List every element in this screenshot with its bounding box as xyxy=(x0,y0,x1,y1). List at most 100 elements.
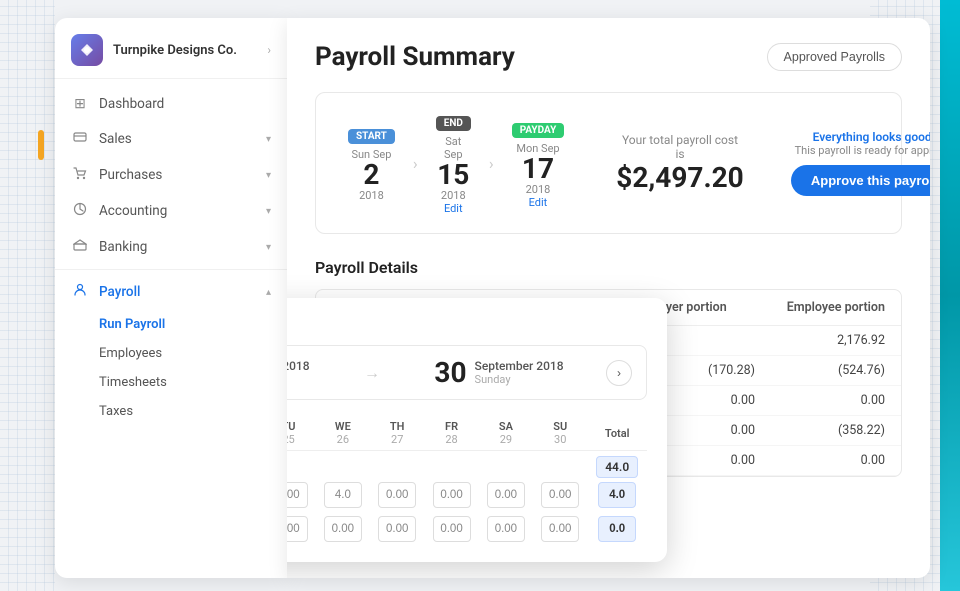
sidebar-item-accounting[interactable]: Accounting ▾ xyxy=(55,193,287,229)
timesheet-title: Enter daily hours for the week: xyxy=(287,316,647,331)
sidebar-header[interactable]: Turnpike Designs Co. › xyxy=(55,18,287,79)
vacation-th-input[interactable] xyxy=(378,516,416,542)
approve-payroll-button[interactable]: Approve this payroll xyxy=(791,165,930,196)
sidebar-sub-taxes[interactable]: Taxes xyxy=(55,397,287,426)
week-start-dow: Monday xyxy=(287,373,310,386)
end-year: 2018 xyxy=(436,189,471,202)
sidebar-item-label: Banking xyxy=(99,239,147,255)
row-values: 2,176.92 xyxy=(675,333,885,348)
col-total-header: Total xyxy=(587,416,647,451)
overtime-th-input[interactable] xyxy=(378,482,416,508)
row-values: 0.00 (358.22) xyxy=(675,423,885,438)
payroll-icon xyxy=(71,283,89,301)
ts-vac-we[interactable] xyxy=(316,512,370,546)
col-sa-header: SA 29 xyxy=(479,416,533,451)
sidebar-item-label: Accounting xyxy=(99,203,167,219)
overtime-tu-input[interactable] xyxy=(287,482,308,508)
week-next-button[interactable]: › xyxy=(606,360,632,386)
bg-pattern-left xyxy=(0,0,55,591)
vacation-sa-input[interactable] xyxy=(487,516,525,542)
week-start-info: 24 September 2018 Monday xyxy=(287,356,310,389)
employee-total: 44.0 xyxy=(596,456,638,478)
vacation-tu-input[interactable] xyxy=(287,516,308,542)
employee-val: 0.00 xyxy=(805,393,885,408)
sidebar-chevron-icon: › xyxy=(267,43,271,57)
sales-icon xyxy=(71,130,89,148)
ts-cell-we[interactable] xyxy=(316,478,370,512)
ts-vac-su[interactable] xyxy=(533,512,587,546)
col-su-header: SU 30 xyxy=(533,416,587,451)
ts-cell-tu[interactable] xyxy=(287,478,316,512)
ts-vac-tu[interactable] xyxy=(287,512,316,546)
payday-day: 17 xyxy=(512,155,565,183)
row-values: 0.00 0.00 xyxy=(675,453,885,468)
col-fr-header: FR 28 xyxy=(424,416,478,451)
total-cost-label: Your total payroll cost is xyxy=(616,133,743,161)
approved-payrolls-button[interactable]: Approved Payrolls xyxy=(767,43,902,71)
chevron-down-icon: ▾ xyxy=(266,206,271,217)
vacation-we-input[interactable] xyxy=(324,516,362,542)
approve-good-label: Everything looks good! xyxy=(784,130,930,144)
ts-cell-fr[interactable] xyxy=(424,478,478,512)
vacation-fr-input[interactable] xyxy=(433,516,471,542)
sidebar-sub-employees[interactable]: Employees xyxy=(55,339,287,368)
sub-item-label: Run Payroll xyxy=(99,317,165,332)
sidebar-item-dashboard[interactable]: ⊞ Dashboard xyxy=(55,87,287,121)
sidebar-item-label: Purchases xyxy=(99,167,162,183)
end-edit-link[interactable]: Edit xyxy=(436,202,471,215)
week-arrow-icon: → xyxy=(352,363,392,383)
sidebar-item-banking[interactable]: Banking ▾ xyxy=(55,229,287,265)
company-name: Turnpike Designs Co. xyxy=(113,43,257,58)
week-end-month: September 2018 xyxy=(475,359,564,373)
vacation-total-input[interactable] xyxy=(598,516,636,542)
week-start-month: September 2018 xyxy=(287,359,310,373)
page-title: Payroll Summary xyxy=(315,42,515,72)
ts-vac-sa[interactable] xyxy=(479,512,533,546)
overtime-sa-input[interactable] xyxy=(487,482,525,508)
overtime-we-input[interactable] xyxy=(324,482,362,508)
approve-section: Everything looks good! This payroll is r… xyxy=(784,130,930,196)
payday-year: 2018 xyxy=(512,183,565,196)
chevron-up-icon: ▴ xyxy=(266,287,271,298)
sidebar-item-sales[interactable]: Sales ▾ xyxy=(55,121,287,157)
timesheet-table: Employee MO 24 TU 25 WE 26 xyxy=(287,416,647,546)
sub-item-label: Taxes xyxy=(99,404,133,419)
company-logo xyxy=(71,34,103,66)
chevron-down-icon: ▾ xyxy=(266,242,271,253)
week-end-dow: Sunday xyxy=(475,373,564,386)
ts-cell-sa[interactable] xyxy=(479,478,533,512)
arrow-icon-2: › xyxy=(483,154,500,173)
nav-divider xyxy=(55,269,287,270)
payroll-summary-card: Start Sun Sep 2 2018 › End Sat Sep 15 20… xyxy=(315,92,902,234)
sidebar-sub-run-payroll[interactable]: Run Payroll xyxy=(55,310,287,339)
payday-edit-link[interactable]: Edit xyxy=(512,196,565,209)
ts-cell-su[interactable] xyxy=(533,478,587,512)
ts-vac-th[interactable] xyxy=(370,512,424,546)
employer-val: 0.00 xyxy=(675,393,755,408)
payday-label: Payday xyxy=(512,123,565,138)
start-day: 2 xyxy=(348,161,395,189)
ts-vac-fr[interactable] xyxy=(424,512,478,546)
start-date-card: Start Sun Sep 2 2018 xyxy=(336,120,407,206)
overtime-fr-input[interactable] xyxy=(433,482,471,508)
app-container: Turnpike Designs Co. › ⊞ Dashboard Sales… xyxy=(55,18,930,578)
approve-sub-label: This payroll is ready for approval xyxy=(784,144,930,157)
ts-cell-th[interactable] xyxy=(370,478,424,512)
employee-val: 2,176.92 xyxy=(805,333,885,348)
sidebar-item-purchases[interactable]: Purchases ▾ xyxy=(55,157,287,193)
end-label: End xyxy=(436,116,471,131)
overtime-total-input[interactable] xyxy=(598,482,636,508)
sub-item-label: Employees xyxy=(99,346,162,361)
overtime-su-input[interactable] xyxy=(541,482,579,508)
sidebar-item-payroll[interactable]: Payroll ▴ xyxy=(55,274,287,310)
vacation-su-input[interactable] xyxy=(541,516,579,542)
sidebar-nav: ⊞ Dashboard Sales ▾ Purchases ▾ xyxy=(55,79,287,434)
sidebar-item-label: Payroll xyxy=(99,284,140,300)
employer-val: 0.00 xyxy=(675,423,755,438)
sidebar-sub-timesheets[interactable]: Timesheets xyxy=(55,368,287,397)
bg-yellow-line xyxy=(38,130,44,160)
row-values: (170.28) (524.76) xyxy=(675,363,885,378)
total-cost-amount: $2,497.20 xyxy=(616,161,743,194)
date-cards: Start Sun Sep 2 2018 › End Sat Sep 15 20… xyxy=(336,107,576,219)
employee-col-header: Employee portion xyxy=(787,300,885,315)
